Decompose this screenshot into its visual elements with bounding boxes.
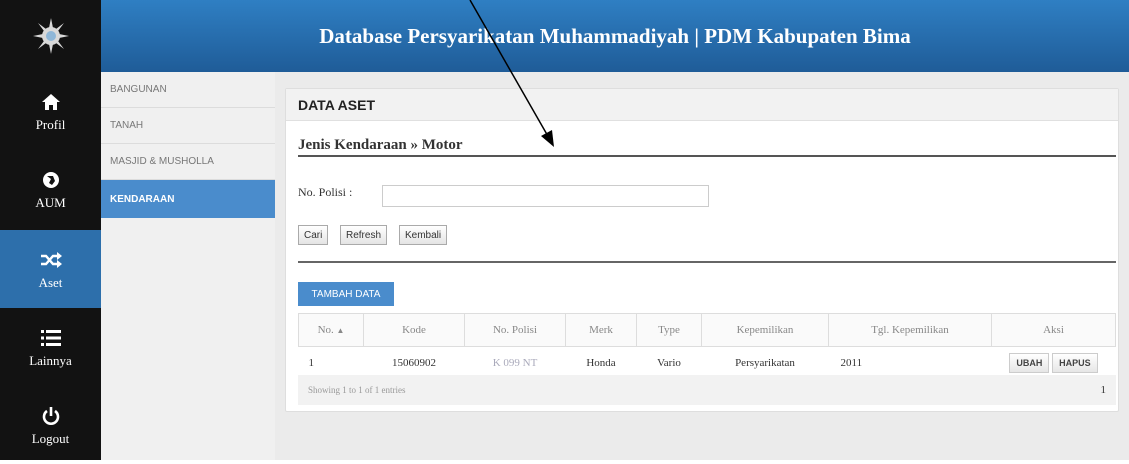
- nav-aum[interactable]: AUM: [0, 150, 101, 228]
- table-footer: Showing 1 to 1 of 1 entries 1: [298, 375, 1116, 405]
- ubah-button[interactable]: UBAH: [1009, 353, 1050, 373]
- panel-title: DATA ASET: [286, 89, 1118, 121]
- breadcrumb: Jenis Kendaraan » Motor: [298, 137, 463, 153]
- globe-icon: [41, 168, 61, 192]
- col-header-polisi[interactable]: No. Polisi: [464, 313, 566, 347]
- entries-info: Showing 1 to 1 of 1 entries: [308, 385, 406, 395]
- home-icon: [41, 90, 61, 114]
- sort-asc-icon: ▲: [336, 326, 345, 335]
- col-header-kode[interactable]: Kode: [363, 313, 465, 347]
- page-number[interactable]: 1: [1101, 384, 1107, 396]
- col-header-no[interactable]: No. ▲: [298, 313, 364, 347]
- nav-logout[interactable]: Logout: [0, 386, 101, 464]
- nav-lainnya[interactable]: Lainnya: [0, 308, 101, 386]
- main-sidebar: Profil AUM Aset Lainnya Logout: [0, 72, 101, 460]
- top-bar: Database Persyarikatan Muhammadiyah | PD…: [0, 0, 1129, 72]
- search-label: No. Polisi :: [298, 185, 353, 199]
- divider: [298, 155, 1116, 157]
- hapus-button[interactable]: HAPUS: [1052, 353, 1098, 373]
- nav-label: Profil: [35, 116, 66, 132]
- shuffle-icon: [40, 248, 62, 272]
- refresh-button[interactable]: Refresh: [340, 225, 388, 245]
- nav-label: Lainnya: [29, 352, 72, 368]
- subnav-bangunan[interactable]: Bangunan: [101, 72, 275, 108]
- tambah-data-button[interactable]: Tambah Data: [298, 282, 394, 306]
- sun-logo-icon: [32, 18, 69, 54]
- subnav-kendaraan[interactable]: Kendaraan: [101, 180, 275, 218]
- main-content: DATA ASET Jenis Kendaraan » Motor No. Po…: [275, 72, 1129, 460]
- col-header-aksi: Aksi: [991, 313, 1116, 347]
- data-table: No. ▲ Kode No. Polisi Merk Type Kepemili…: [298, 313, 1116, 380]
- nav-label: Logout: [31, 430, 70, 446]
- app-title: Database Persyarikatan Muhammadiyah | PD…: [101, 0, 1129, 72]
- col-header-type[interactable]: Type: [636, 313, 702, 347]
- divider: [298, 261, 1116, 263]
- col-header-merk[interactable]: Merk: [565, 313, 637, 347]
- cari-button[interactable]: Cari: [298, 225, 329, 245]
- col-header-kepemilikan[interactable]: Kepemilikan: [701, 313, 829, 347]
- sub-sidebar: Bangunan Tanah Masjid & Musholla Kendara…: [101, 72, 276, 460]
- nav-profil[interactable]: Profil: [0, 72, 101, 150]
- nav-label: AUM: [35, 194, 66, 210]
- col-header-tgl[interactable]: Tgl. Kepemilikan: [828, 313, 992, 347]
- nav-label: Aset: [38, 274, 63, 290]
- data-panel: DATA ASET Jenis Kendaraan » Motor No. Po…: [285, 88, 1119, 412]
- subnav-masjid[interactable]: Masjid & Musholla: [101, 144, 275, 180]
- power-icon: [41, 404, 61, 428]
- no-polisi-input[interactable]: [382, 185, 709, 207]
- kembali-button[interactable]: Kembali: [399, 225, 448, 245]
- list-icon: [40, 326, 61, 350]
- logo: [0, 0, 101, 72]
- nav-aset[interactable]: Aset: [0, 230, 101, 308]
- subnav-tanah[interactable]: Tanah: [101, 108, 275, 144]
